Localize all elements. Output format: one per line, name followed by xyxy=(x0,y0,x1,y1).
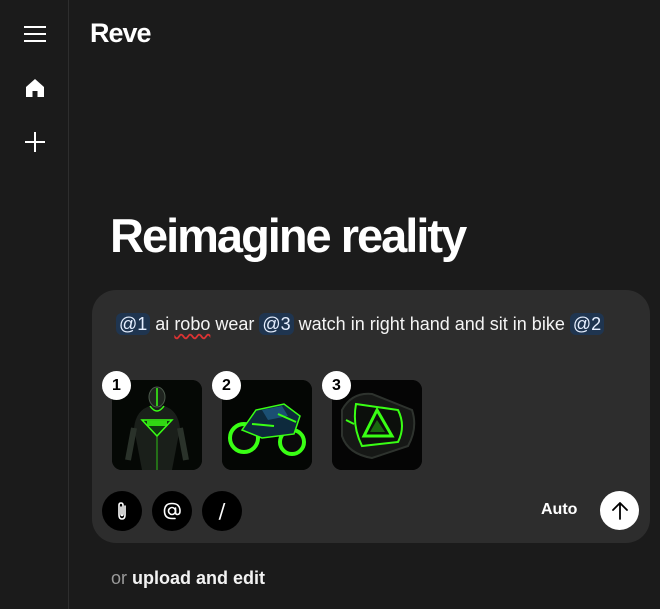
mode-selector[interactable]: Auto xyxy=(541,501,577,519)
mention-button[interactable] xyxy=(152,491,192,531)
paperclip-icon xyxy=(118,502,126,520)
mention-chip-3[interactable]: @3 xyxy=(259,313,294,335)
command-button[interactable]: / xyxy=(202,491,242,531)
home-button[interactable] xyxy=(17,70,53,106)
attachment-badge: 3 xyxy=(322,371,351,400)
attach-button[interactable] xyxy=(102,491,142,531)
home-icon xyxy=(26,79,44,97)
at-sign-icon xyxy=(163,502,181,520)
arrow-up-icon xyxy=(611,501,628,520)
plus-icon xyxy=(25,132,45,152)
prompt-text: wear xyxy=(210,314,260,334)
attachment-badge: 2 xyxy=(212,371,241,400)
prompt-input[interactable]: @1 ai robo wear @3 watch in right hand a… xyxy=(116,310,616,339)
new-button[interactable] xyxy=(17,124,53,160)
mention-chip-2[interactable]: @2 xyxy=(569,313,605,335)
prompt-composer: @1 ai robo wear @3 watch in right hand a… xyxy=(92,290,650,543)
app-logo[interactable]: Reve xyxy=(90,18,152,49)
misspelled-word: robo xyxy=(174,314,211,334)
prompt-text: watch in right hand and sit in bike xyxy=(293,314,570,334)
hamburger-menu-icon xyxy=(24,26,46,42)
or-text: or xyxy=(111,568,128,588)
menu-button[interactable] xyxy=(17,16,53,52)
upload-hint: or upload and edit xyxy=(111,568,265,589)
attachment-badge: 1 xyxy=(102,371,131,400)
send-button[interactable] xyxy=(600,491,639,530)
page-headline: Reimagine reality xyxy=(110,209,467,262)
upload-and-edit-link[interactable]: upload and edit xyxy=(132,568,265,588)
slash-command-label: / xyxy=(218,499,226,523)
mention-chip-1[interactable]: @1 xyxy=(116,313,151,335)
sidebar xyxy=(0,0,69,609)
prompt-text: ai xyxy=(150,314,175,334)
